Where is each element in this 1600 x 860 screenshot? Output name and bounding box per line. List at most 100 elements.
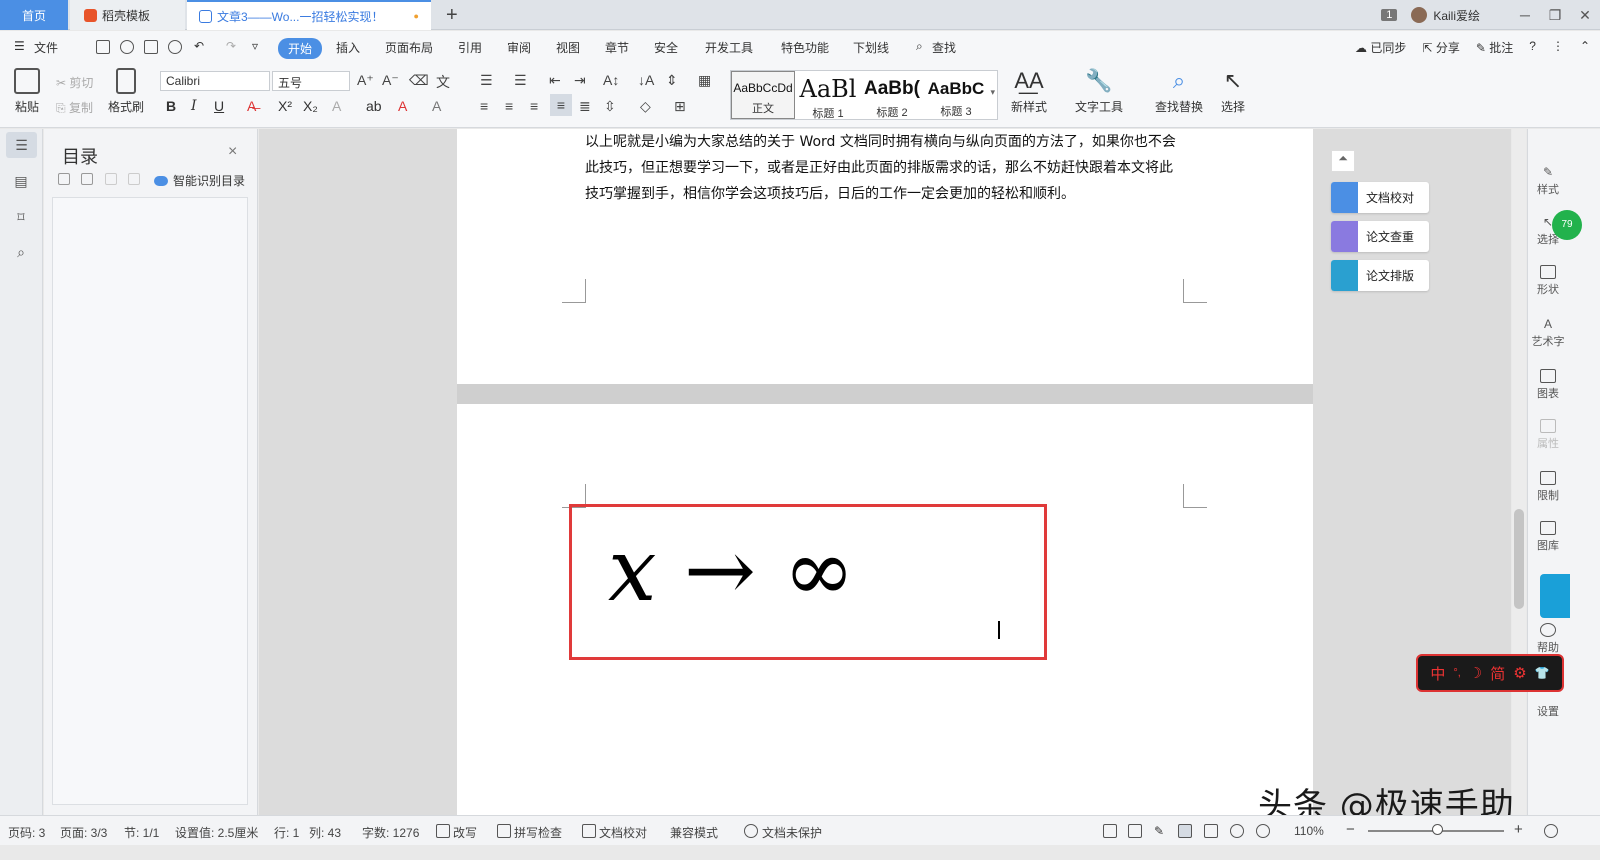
save-icon[interactable]	[96, 40, 110, 54]
char-shading-icon[interactable]: A	[432, 98, 441, 114]
grow-font-icon[interactable]: A⁺	[357, 72, 374, 89]
align-right-icon[interactable]: ≡	[530, 98, 538, 114]
superscript-icon[interactable]: X²	[278, 98, 292, 114]
menu-review[interactable]: 审阅	[507, 39, 531, 56]
art-text-button[interactable]: A 艺术字	[1528, 317, 1568, 349]
copy-button[interactable]: ⎘ 复制	[56, 99, 93, 116]
paragraph-spacing-icon[interactable]: ⇳	[604, 98, 616, 115]
toc-nav-button[interactable]: ☰	[6, 132, 37, 158]
status-setting[interactable]: 设置值: 2.5厘米	[175, 824, 258, 841]
status-section[interactable]: 节: 1/1	[124, 824, 159, 841]
bullet-list-icon[interactable]: ☰	[480, 72, 493, 89]
sort-icon[interactable]: ↓A	[638, 72, 654, 88]
align-left-icon[interactable]: ≡	[480, 98, 488, 114]
italic-button[interactable]: I	[191, 98, 197, 114]
web-view-icon[interactable]	[1230, 824, 1244, 838]
restore-button[interactable]: ❐	[1540, 7, 1570, 24]
tab-template[interactable]: 稻壳模板	[70, 0, 185, 30]
paper-typeset-button[interactable]: 论文排版	[1331, 260, 1429, 291]
undo-icon[interactable]: ↶	[194, 39, 204, 53]
menu-layout[interactable]: 页面布局	[385, 39, 433, 56]
pages-icon[interactable]: ▤	[11, 173, 31, 191]
document-area[interactable]: 以上呢就是小编为大家总结的关于 Word 文档同时拥有横向与纵向页面的方法了，如…	[259, 129, 1511, 815]
status-word-count[interactable]: 字数: 1276	[362, 824, 419, 841]
speed-badge[interactable]: 79	[1552, 210, 1582, 240]
status-revise[interactable]: 改写	[453, 824, 477, 841]
shading-icon[interactable]: ◇	[640, 98, 651, 115]
page-count-badge[interactable]: 1	[1381, 9, 1398, 21]
menu-reference[interactable]: 引用	[458, 39, 482, 56]
status-col[interactable]: 列: 43	[309, 824, 341, 841]
zoom-slider-knob[interactable]	[1432, 824, 1443, 835]
menu-chapter[interactable]: 章节	[605, 39, 629, 56]
status-unprotected[interactable]: 文档未保护	[762, 824, 822, 841]
eye-protection-icon[interactable]	[1256, 824, 1270, 838]
document-page[interactable]: 以上呢就是小编为大家总结的关于 Word 文档同时拥有横向与纵向页面的方法了，如…	[457, 129, 1313, 384]
comment-button[interactable]: ✎ 批注	[1476, 39, 1513, 56]
print-icon[interactable]	[144, 40, 158, 54]
numbered-list-icon[interactable]: ☰	[514, 72, 527, 89]
print-preview-icon[interactable]	[168, 40, 182, 54]
zoom-out-button[interactable]: −	[1346, 821, 1355, 838]
user-name[interactable]: Kaili爱绘	[1433, 7, 1480, 24]
toc-list[interactable]	[52, 197, 248, 805]
status-proofread[interactable]: 文档校对	[599, 824, 647, 841]
justify-icon[interactable]: ≡	[550, 94, 572, 116]
menu-start[interactable]: 开始	[278, 38, 323, 59]
toc-close-icon[interactable]: ×	[228, 143, 237, 161]
shape-panel-button[interactable]: 形状	[1528, 265, 1568, 297]
toc-smart-button[interactable]: 智能识别目录	[154, 172, 245, 189]
decrease-indent-icon[interactable]: ⇤	[549, 72, 561, 89]
synced-button[interactable]: ☁ 已同步	[1355, 39, 1406, 56]
status-page[interactable]: 页面: 3/3	[60, 824, 107, 841]
toc-collapse-icon[interactable]	[81, 173, 93, 185]
plagiarism-check-button[interactable]: 论文查重	[1331, 221, 1429, 252]
ime-gear-icon[interactable]: ⚙	[1513, 664, 1526, 682]
new-tab-button[interactable]: +	[446, 4, 458, 27]
scrollbar-thumb[interactable]	[1514, 509, 1524, 609]
menu-file[interactable]: 文件	[34, 39, 58, 56]
status-compat-mode[interactable]: 兼容模式	[670, 824, 718, 841]
paste-button[interactable]: 粘贴	[10, 68, 44, 115]
menu-security[interactable]: 安全	[654, 39, 678, 56]
hamburger-icon[interactable]: ☰	[14, 39, 25, 53]
table-layout-icon[interactable]: ▦	[698, 72, 711, 89]
line-spacing-icon[interactable]: ⇕	[666, 72, 678, 89]
style-heading-1[interactable]: AaBl 标题 1	[797, 71, 859, 120]
assistant-collapse-button[interactable]: ⏶	[1331, 150, 1355, 172]
toc-add-icon[interactable]	[105, 173, 117, 185]
distribute-icon[interactable]: ≣	[579, 98, 591, 115]
ime-chinese-mode[interactable]: 中	[1430, 663, 1445, 684]
doc-proofread-button[interactable]: 文档校对	[1331, 182, 1429, 213]
style-panel-button[interactable]: ✎ 样式	[1528, 165, 1568, 197]
ime-skin-icon[interactable]: 👕	[1535, 666, 1550, 680]
vertical-scrollbar[interactable]	[1512, 129, 1526, 815]
style-heading-2[interactable]: AaBb( 标题 2	[861, 71, 923, 119]
style-heading-3[interactable]: AaBbC 标题 3	[925, 71, 987, 119]
gallery-panel-button[interactable]: 图库	[1528, 521, 1568, 553]
fullscreen-icon[interactable]	[1103, 824, 1117, 838]
share-button[interactable]: ⇱ 分享	[1422, 39, 1459, 56]
borders-icon[interactable]: ⊞	[674, 98, 686, 115]
zoom-in-button[interactable]: +	[1514, 821, 1523, 838]
align-center-icon[interactable]: ≡	[505, 98, 513, 114]
status-spellcheck[interactable]: 拼写检查	[514, 824, 562, 841]
font-size-select[interactable]: 五号	[272, 71, 350, 91]
style-normal[interactable]: AaBbCcDd 正文	[731, 71, 795, 119]
select-button[interactable]: ↖ 选择	[1214, 68, 1252, 115]
help-panel-button[interactable]: 帮助	[1528, 623, 1568, 655]
chart-panel-button[interactable]: 图表	[1528, 369, 1568, 401]
cut-button[interactable]: ✂ 剪切	[56, 74, 93, 91]
menu-devtools[interactable]: 开发工具	[705, 39, 753, 56]
pinyin-icon[interactable]: 文	[436, 72, 450, 92]
avatar[interactable]	[1411, 7, 1428, 23]
bold-button[interactable]: B	[166, 98, 176, 114]
side-app-icon[interactable]	[1540, 574, 1570, 618]
toc-expand-icon[interactable]	[58, 173, 70, 185]
text-effect-icon[interactable]: A	[332, 98, 341, 114]
document-page[interactable]: x → ∞	[457, 404, 1313, 815]
help-button[interactable]: ?	[1529, 39, 1536, 56]
menu-find[interactable]: 查找	[932, 39, 956, 56]
increase-indent-icon[interactable]: ⇥	[574, 72, 586, 89]
underline-button[interactable]: U	[214, 98, 224, 114]
